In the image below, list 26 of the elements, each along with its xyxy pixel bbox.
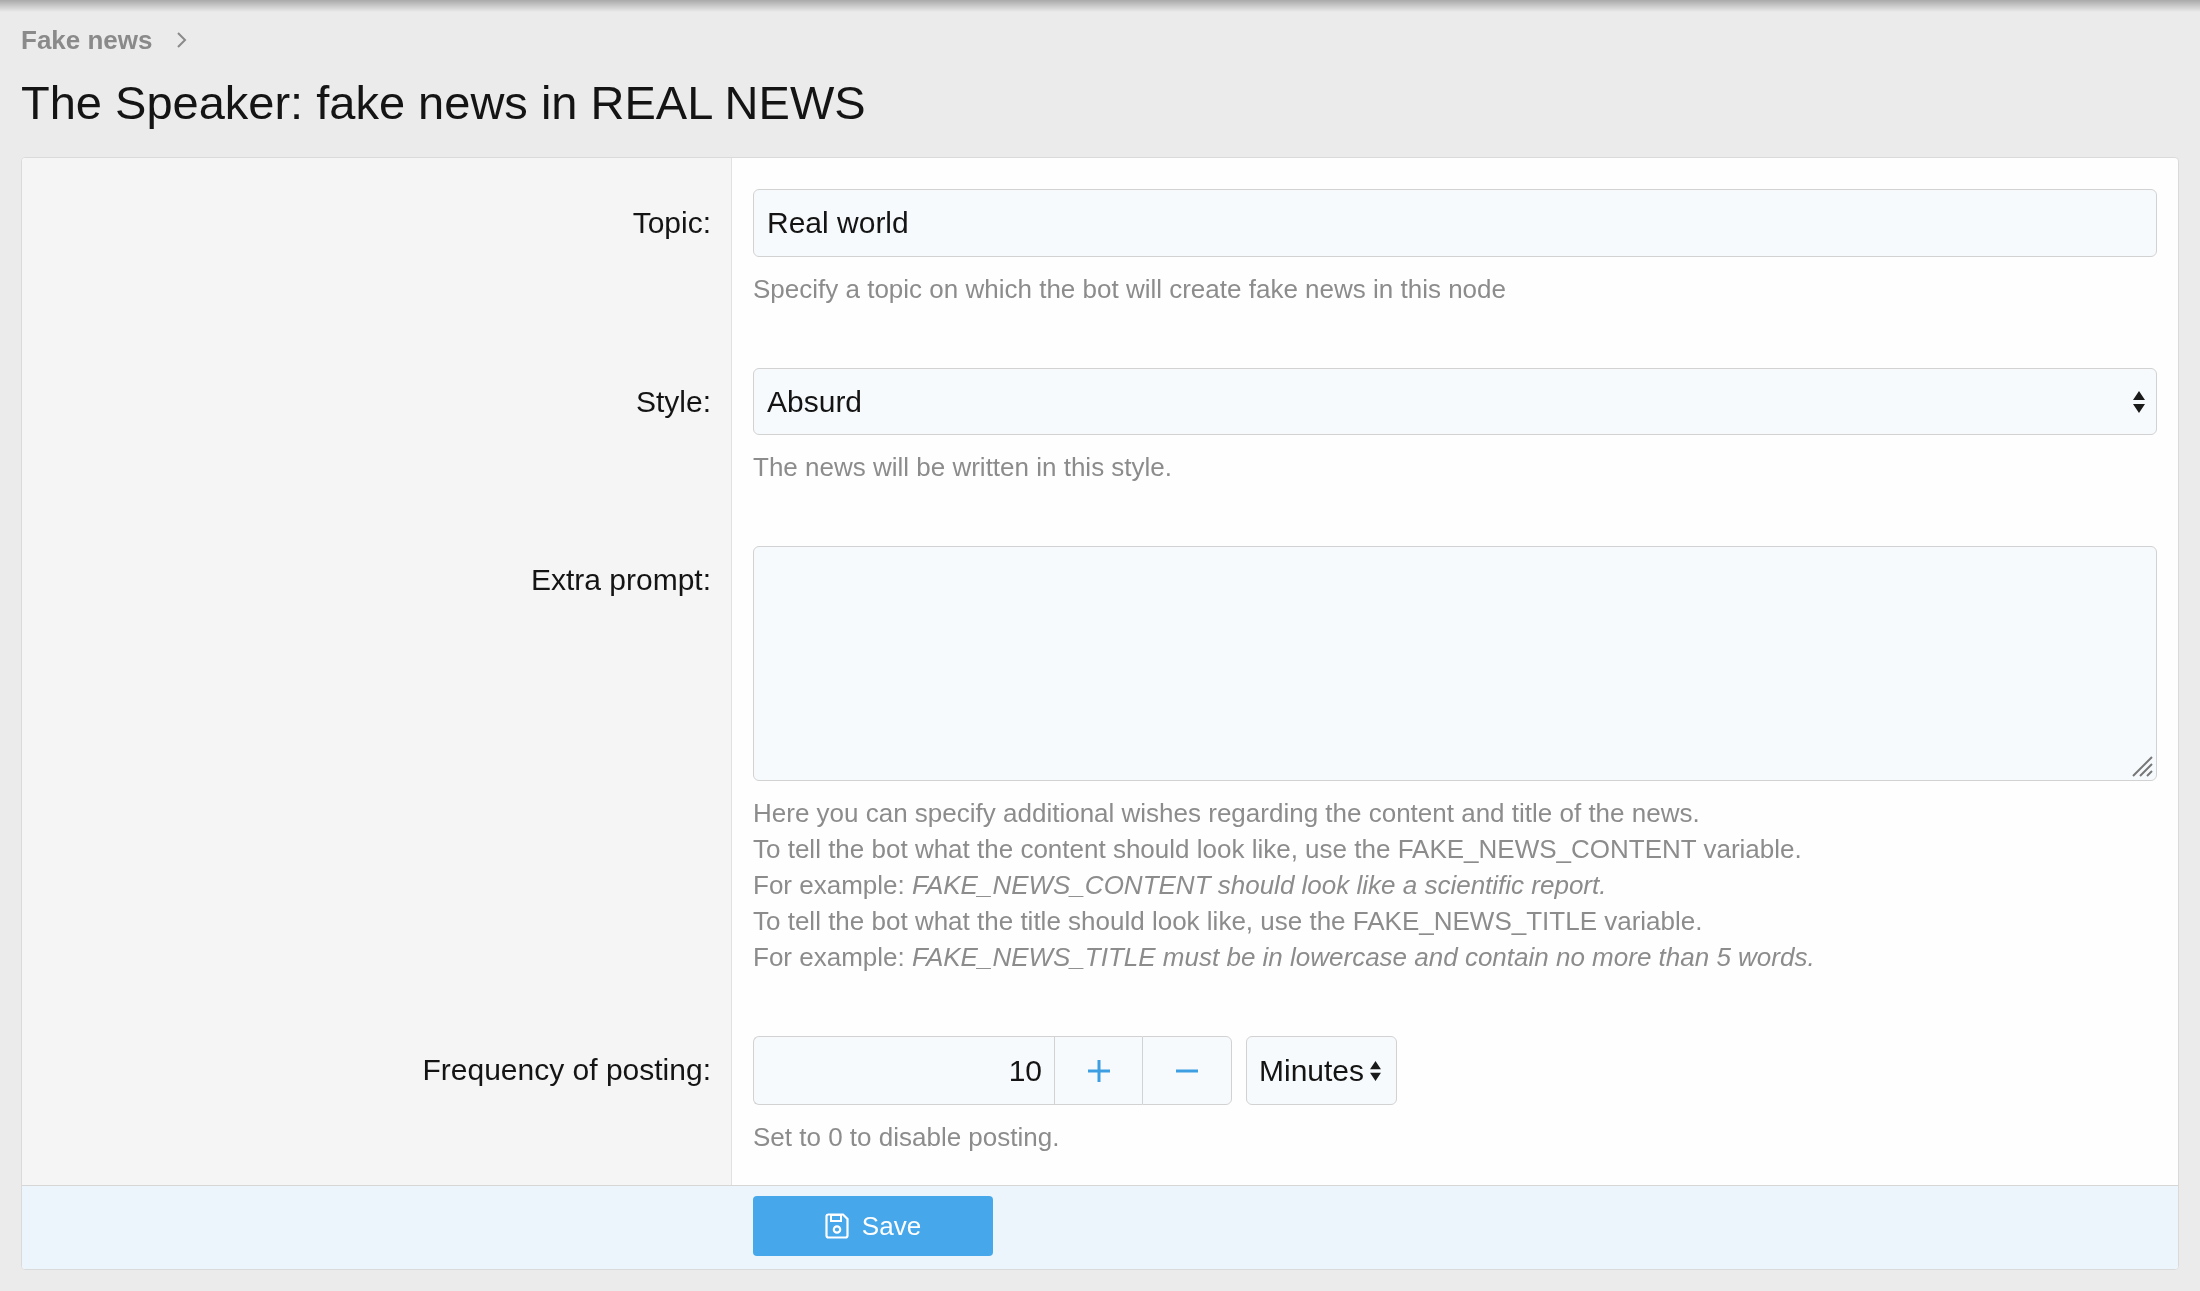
help-text: To tell the bot what the content should look like, use the FAKE_NEWS_CONTENT variable.	[753, 833, 1803, 866]
help-text: To tell the bot what the title should look like, use the FAKE_NEWS_TITLE variable.	[753, 905, 1704, 938]
resize-handle-icon	[2132, 756, 2153, 777]
plus-icon	[1087, 1059, 1110, 1082]
help-text: Specify a topic on which the bot will create fake news in this node	[753, 273, 1507, 306]
page-title: The Speaker: fake news in REAL NEWS	[21, 75, 867, 131]
decrement-button[interactable]	[1142, 1036, 1232, 1105]
minus-icon	[1176, 1068, 1198, 1073]
help-text: The news will be written in this style.	[753, 451, 1174, 484]
field-label: Frequency of posting:	[422, 1052, 711, 1088]
field-label: Style:	[635, 384, 711, 420]
field-label: Extra prompt:	[530, 562, 711, 598]
field-label: Topic:	[632, 205, 711, 241]
chevron-right-icon	[176, 32, 187, 48]
help-text: For example: FAKE_NEWS_TITLE must be in lowercase and contain no more than 5 words.	[753, 941, 1816, 974]
select-arrows-icon	[2133, 390, 2145, 413]
increment-button[interactable]	[1054, 1036, 1142, 1105]
select-arrows-icon	[1370, 1060, 1382, 1081]
help-text: Here you can specify additional wishes regarding the content and title of the news.	[753, 797, 1701, 830]
help-text: For example: FAKE_NEWS_CONTENT should look like a scientific report.	[753, 869, 1608, 902]
unit-select[interactable]: Minutes	[1246, 1036, 1397, 1105]
text-input[interactable]: Real world	[753, 189, 2157, 257]
prompt-textarea[interactable]	[753, 546, 2157, 781]
number-input[interactable]: 10	[753, 1036, 1054, 1105]
style-select[interactable]: Absurd	[753, 368, 2157, 435]
help-text: Set to 0 to disable posting.	[753, 1121, 1061, 1154]
